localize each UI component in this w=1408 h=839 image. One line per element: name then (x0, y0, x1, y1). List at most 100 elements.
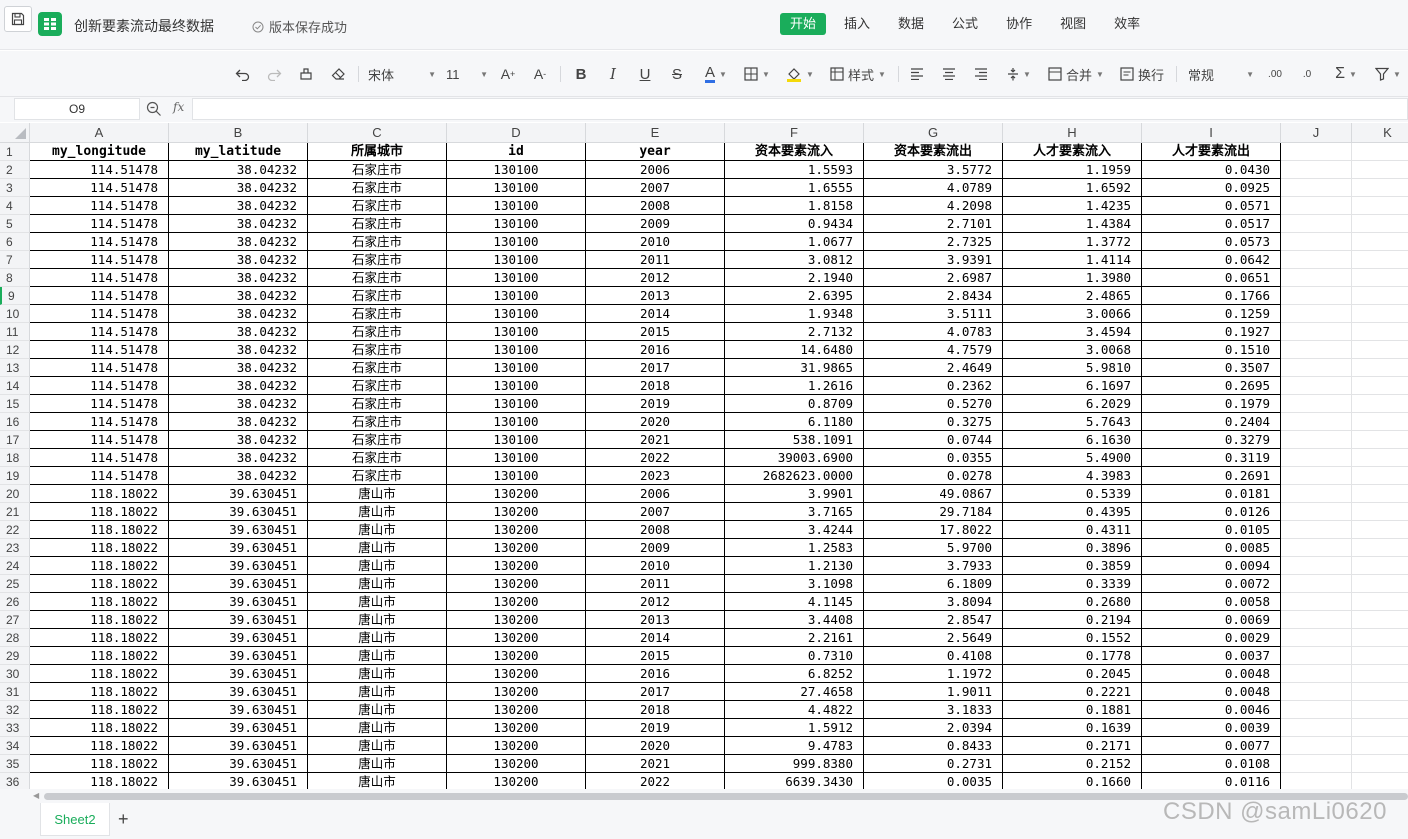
row-header[interactable]: 15 (0, 395, 30, 413)
empty-cell[interactable] (1281, 161, 1352, 179)
add-sheet-icon[interactable]: + (118, 809, 129, 830)
table-cell[interactable]: 2013 (586, 287, 725, 305)
header-cell[interactable]: 资本要素流入 (725, 143, 864, 161)
empty-cell[interactable] (1281, 611, 1352, 629)
column-header-k[interactable]: K (1352, 123, 1408, 143)
empty-cell[interactable] (1281, 215, 1352, 233)
filter-icon[interactable]: ▼ (1372, 63, 1404, 85)
table-cell[interactable]: 石家庄市 (308, 305, 447, 323)
fx-icon[interactable]: fx (173, 100, 184, 114)
table-cell[interactable]: 39.630451 (169, 737, 308, 755)
table-cell[interactable]: 130100 (447, 413, 586, 431)
row-header[interactable]: 29 (0, 647, 30, 665)
table-cell[interactable]: 39.630451 (169, 521, 308, 539)
table-cell[interactable]: 118.18022 (30, 485, 169, 503)
table-cell[interactable]: 39.630451 (169, 647, 308, 665)
table-cell[interactable]: 石家庄市 (308, 215, 447, 233)
empty-cell[interactable] (1352, 359, 1408, 377)
clear-format-icon[interactable] (328, 63, 348, 85)
table-cell[interactable]: 38.04232 (169, 395, 308, 413)
table-cell[interactable]: 3.5111 (864, 305, 1003, 323)
table-cell[interactable]: 4.1145 (725, 593, 864, 611)
table-cell[interactable]: 39.630451 (169, 773, 308, 789)
table-cell[interactable]: 2014 (586, 629, 725, 647)
table-cell[interactable]: 2010 (586, 233, 725, 251)
table-cell[interactable]: 130100 (447, 449, 586, 467)
table-cell[interactable]: 130200 (447, 503, 586, 521)
table-cell[interactable]: 130200 (447, 557, 586, 575)
table-cell[interactable]: 0.0571 (1142, 197, 1281, 215)
column-header-d[interactable]: D (447, 123, 586, 143)
empty-cell[interactable] (1352, 521, 1408, 539)
empty-cell[interactable] (1352, 197, 1408, 215)
table-cell[interactable]: 石家庄市 (308, 287, 447, 305)
table-cell[interactable]: 2011 (586, 575, 725, 593)
table-cell[interactable]: 114.51478 (30, 215, 169, 233)
table-cell[interactable]: 3.4244 (725, 521, 864, 539)
table-cell[interactable]: 2012 (586, 269, 725, 287)
table-cell[interactable]: 0.0094 (1142, 557, 1281, 575)
table-cell[interactable]: 130100 (447, 161, 586, 179)
row-header[interactable]: 16 (0, 413, 30, 431)
table-cell[interactable]: 114.51478 (30, 179, 169, 197)
table-cell[interactable]: 130100 (447, 431, 586, 449)
table-cell[interactable]: 0.0744 (864, 431, 1003, 449)
table-cell[interactable]: 石家庄市 (308, 179, 447, 197)
empty-cell[interactable] (1352, 143, 1408, 161)
table-cell[interactable]: 0.0048 (1142, 683, 1281, 701)
table-cell[interactable]: 0.0573 (1142, 233, 1281, 251)
table-cell[interactable]: 130200 (447, 701, 586, 719)
table-cell[interactable]: 1.8158 (725, 197, 864, 215)
table-cell[interactable]: 2.6395 (725, 287, 864, 305)
table-cell[interactable]: 130100 (447, 233, 586, 251)
table-cell[interactable]: 0.0029 (1142, 629, 1281, 647)
table-cell[interactable]: 0.2171 (1003, 737, 1142, 755)
table-cell[interactable]: 114.51478 (30, 359, 169, 377)
table-cell[interactable]: 130100 (447, 377, 586, 395)
table-cell[interactable]: 石家庄市 (308, 233, 447, 251)
increase-decimal-icon[interactable]: .00 (1266, 63, 1284, 85)
table-cell[interactable]: 1.2583 (725, 539, 864, 557)
table-cell[interactable]: 49.0867 (864, 485, 1003, 503)
table-cell[interactable]: 6.8252 (725, 665, 864, 683)
row-header[interactable]: 20 (0, 485, 30, 503)
table-cell[interactable]: 石家庄市 (308, 395, 447, 413)
table-cell[interactable]: 2007 (586, 503, 725, 521)
table-cell[interactable]: 3.0812 (725, 251, 864, 269)
table-cell[interactable]: 39.630451 (169, 593, 308, 611)
table-cell[interactable]: 38.04232 (169, 359, 308, 377)
table-cell[interactable]: 2022 (586, 773, 725, 789)
table-cell[interactable]: 38.04232 (169, 431, 308, 449)
border-icon[interactable]: ▼ (742, 63, 772, 85)
empty-cell[interactable] (1352, 539, 1408, 557)
row-header[interactable]: 30 (0, 665, 30, 683)
table-cell[interactable]: 0.1510 (1142, 341, 1281, 359)
table-cell[interactable]: 唐山市 (308, 611, 447, 629)
table-cell[interactable]: 0.2691 (1142, 467, 1281, 485)
row-header[interactable]: 9 (0, 287, 30, 305)
empty-cell[interactable] (1352, 485, 1408, 503)
empty-cell[interactable] (1352, 305, 1408, 323)
header-cell[interactable]: 人才要素流入 (1003, 143, 1142, 161)
table-cell[interactable]: 0.4395 (1003, 503, 1142, 521)
table-cell[interactable]: 1.2616 (725, 377, 864, 395)
empty-cell[interactable] (1352, 593, 1408, 611)
table-cell[interactable]: 唐山市 (308, 647, 447, 665)
row-header[interactable]: 25 (0, 575, 30, 593)
table-cell[interactable]: 4.7579 (864, 341, 1003, 359)
table-cell[interactable]: 1.5593 (725, 161, 864, 179)
row-header[interactable]: 5 (0, 215, 30, 233)
table-cell[interactable]: 114.51478 (30, 269, 169, 287)
table-cell[interactable]: 0.9434 (725, 215, 864, 233)
empty-cell[interactable] (1281, 557, 1352, 575)
empty-cell[interactable] (1352, 341, 1408, 359)
table-cell[interactable]: 2017 (586, 359, 725, 377)
empty-cell[interactable] (1352, 611, 1408, 629)
table-cell[interactable]: 114.51478 (30, 431, 169, 449)
decrease-decimal-icon[interactable]: .0 (1298, 63, 1316, 85)
table-cell[interactable]: 27.4658 (725, 683, 864, 701)
table-cell[interactable]: 118.18022 (30, 521, 169, 539)
tab-1[interactable]: 插入 (834, 13, 880, 35)
table-cell[interactable]: 118.18022 (30, 557, 169, 575)
table-cell[interactable]: 38.04232 (169, 251, 308, 269)
